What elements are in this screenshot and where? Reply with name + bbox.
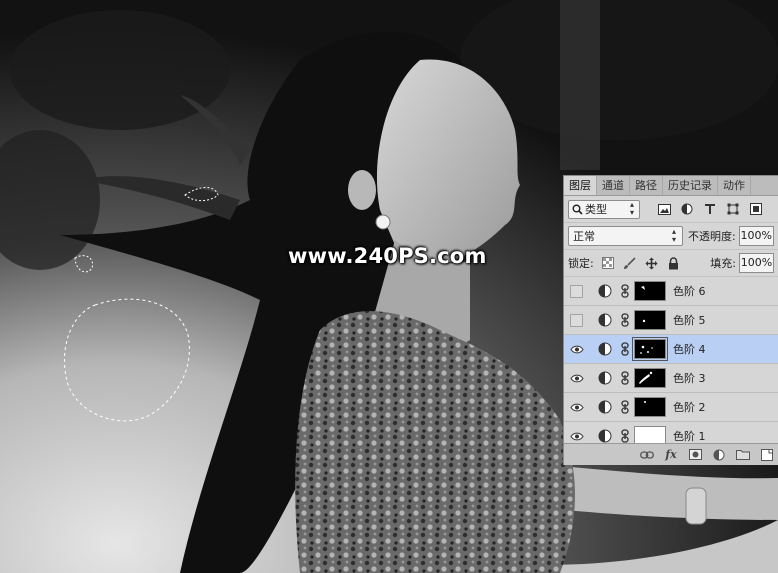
visibility-toggle[interactable] <box>568 312 585 329</box>
levels-adjustment-icon <box>598 342 612 356</box>
opacity-label: 不透明度: <box>688 230 736 243</box>
lock-label: 锁定: <box>568 257 594 270</box>
layer-row[interactable]: 色阶 5 <box>564 306 778 335</box>
layer-mask-thumbnail[interactable] <box>634 281 666 301</box>
mask-link-icon[interactable] <box>620 400 630 414</box>
filter-type-label: 类型 <box>585 203 607 216</box>
levels-adjustment-icon <box>598 429 612 443</box>
fx-icon[interactable]: fx <box>664 448 678 462</box>
lock-all-icon[interactable] <box>666 255 682 271</box>
fill-input[interactable]: 100% <box>739 253 774 273</box>
layer-mask-thumbnail[interactable] <box>634 397 666 417</box>
watermark-text: www.240PS.com <box>288 244 487 268</box>
mask-link-icon[interactable] <box>620 371 630 385</box>
layer-row[interactable]: 色阶 3 <box>564 364 778 393</box>
fill-label: 填充: <box>710 257 736 270</box>
visibility-toggle[interactable] <box>568 370 585 387</box>
shape-filter-icon[interactable] <box>725 201 741 217</box>
layer-name: 色阶 5 <box>673 314 706 327</box>
eye-icon <box>569 432 584 440</box>
mask-link-icon[interactable] <box>620 313 630 327</box>
visibility-toggle[interactable] <box>568 341 585 358</box>
layer-mask-thumbnail[interactable] <box>634 368 666 388</box>
layer-row-selected[interactable]: 色阶 4 <box>564 335 778 364</box>
lock-move-icon[interactable] <box>644 255 660 271</box>
tab-history[interactable]: 历史记录 <box>663 176 718 195</box>
levels-adjustment-icon <box>598 400 612 414</box>
new-adjustment-icon[interactable] <box>712 448 726 462</box>
tab-paths[interactable]: 路径 <box>630 176 663 195</box>
mask-link-icon[interactable] <box>620 429 630 443</box>
levels-adjustment-icon <box>598 371 612 385</box>
add-mask-icon[interactable] <box>688 448 702 462</box>
link-layers-icon[interactable] <box>640 448 654 462</box>
new-layer-icon[interactable] <box>760 448 774 462</box>
layer-filter-select[interactable]: 类型 ▴ ▾ <box>568 199 640 219</box>
eye-icon <box>569 345 584 353</box>
search-icon <box>572 204 583 215</box>
updown-arrows-icon: ▴ ▾ <box>671 227 676 244</box>
levels-adjustment-icon <box>598 313 612 327</box>
layers-panel: 图层 通道 路径 历史记录 动作 类型 ▴ ▾ 正常 ▴ ▾ 不透明度: 100… <box>563 175 778 465</box>
visibility-toggle[interactable] <box>568 283 585 300</box>
eye-icon <box>569 403 584 411</box>
lock-transparent-icon[interactable] <box>600 255 616 271</box>
blend-mode-label: 正常 <box>573 230 595 243</box>
image-filter-icon[interactable] <box>656 201 672 217</box>
visibility-off-icon <box>570 284 583 298</box>
smart-object-filter-icon[interactable] <box>748 201 764 217</box>
layer-mask-thumbnail[interactable] <box>632 337 668 361</box>
tab-layers[interactable]: 图层 <box>564 176 597 195</box>
layer-name: 色阶 3 <box>673 372 706 385</box>
mask-link-icon[interactable] <box>620 342 630 356</box>
tab-channels[interactable]: 通道 <box>597 176 630 195</box>
visibility-off-icon <box>570 313 583 327</box>
layer-name: 色阶 4 <box>673 343 706 356</box>
layer-name: 色阶 2 <box>673 401 706 414</box>
mask-link-icon[interactable] <box>620 284 630 298</box>
lock-row: 锁定: 填充: 100% <box>564 250 778 277</box>
updown-arrows-icon: ▴ ▾ <box>629 200 634 217</box>
type-filter-icon[interactable] <box>702 201 718 217</box>
adjustment-filter-icon[interactable] <box>679 201 695 217</box>
tab-actions[interactable]: 动作 <box>718 176 751 195</box>
visibility-toggle[interactable] <box>568 399 585 416</box>
opacity-input[interactable]: 100% <box>738 226 774 246</box>
filter-row: 类型 ▴ ▾ <box>564 196 778 223</box>
layer-mask-thumbnail[interactable] <box>634 310 666 330</box>
layers-list: 色阶 6 色阶 5 色阶 4 色阶 3 色阶 2 色阶 1 <box>564 277 778 451</box>
new-group-icon[interactable] <box>736 448 750 462</box>
layer-row[interactable]: 色阶 6 <box>564 277 778 306</box>
layer-name: 色阶 6 <box>673 285 706 298</box>
lock-brush-icon[interactable] <box>622 255 638 271</box>
layers-bottom-toolbar: fx <box>564 443 778 465</box>
layer-name: 色阶 1 <box>673 430 706 443</box>
levels-adjustment-icon <box>598 284 612 298</box>
layer-row[interactable]: 色阶 2 <box>564 393 778 422</box>
eye-icon <box>569 374 584 382</box>
blend-mode-select[interactable]: 正常 ▴ ▾ <box>568 226 683 246</box>
panel-tabs: 图层 通道 路径 历史记录 动作 <box>564 176 778 196</box>
visibility-toggle[interactable] <box>568 428 585 445</box>
blend-row: 正常 ▴ ▾ 不透明度: 100% <box>564 223 778 250</box>
